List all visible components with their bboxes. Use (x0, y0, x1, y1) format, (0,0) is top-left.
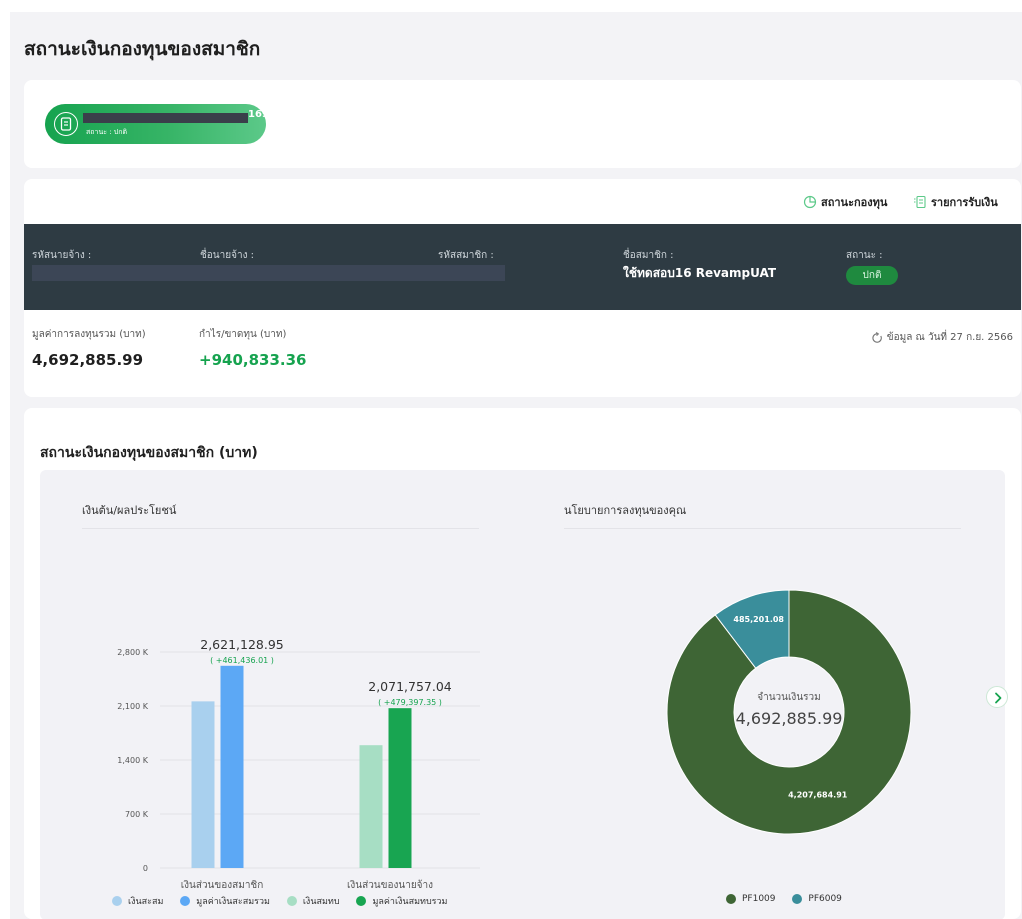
bar (359, 745, 383, 868)
bar-change-label: ( +479,397.35 ) (378, 698, 442, 707)
donut-slice-label: 4,207,684.91 (788, 790, 848, 799)
bar (220, 665, 244, 868)
legend-dot (286, 896, 297, 906)
page-background: สถานะเงินกองทุนของสมาชิก 169) สถานะ : ปก… (10, 12, 1022, 919)
section-title: สถานะเงินกองทุนของสมาชิก (บาท) (40, 445, 258, 461)
y-tick-label: 2,800 K (117, 648, 148, 657)
page-title: สถานะเงินกองทุนของสมาชิก (24, 38, 261, 60)
employer-code-label: รหัสนายจ้าง : (32, 250, 92, 261)
fund-chart-card: สถานะเงินกองทุนของสมาชิก (บาท) เงินต้น/ผ… (24, 408, 1021, 919)
legend-item[interactable]: เงินสมทบ (286, 894, 340, 908)
legend-dot (356, 896, 367, 906)
legend-item[interactable]: มูลค่าเงินสมทบรวม (356, 894, 447, 908)
y-tick-label: 0 (143, 864, 148, 873)
tab-receipts-label: รายการรับเงิน (931, 196, 998, 209)
legend-dot (180, 896, 191, 906)
legend-label: PF1009 (742, 894, 776, 904)
bar-change-label: ( +461,436.01 ) (210, 656, 274, 665)
legend-label: มูลค่าเงินสมทบรวม (372, 897, 448, 907)
member-name-label: ชื่อสมาชิก : (623, 250, 674, 261)
legend-dot (112, 896, 122, 906)
legend-item[interactable]: เงินสะสม (112, 894, 163, 908)
member-name: ใช้ทดสอบ16 RevampUAT (623, 266, 777, 280)
bar (388, 708, 412, 868)
legend-dot (792, 894, 803, 904)
legend-label: มูลค่าเงินสะสมรวม (196, 897, 270, 907)
legend-label: PF6009 (808, 894, 842, 904)
data-as-of-text: ข้อมูล ณ วันที่ 27 ก.ย. 2566 (886, 332, 1013, 343)
y-tick-label: 2,100 K (117, 702, 148, 711)
fund-code: 169) (248, 109, 274, 120)
tab-receipts[interactable]: รายการรับเงิน (913, 193, 1013, 225)
legend-dot (726, 894, 736, 904)
refresh-icon (872, 331, 882, 343)
data-as-of: ข้อมูล ณ วันที่ 27 ก.ย. 2566 (871, 330, 1013, 345)
list-icon (914, 195, 926, 209)
total-value: 4,692,885.99 (32, 351, 144, 369)
legend-item[interactable]: PF1009 (726, 894, 776, 905)
pie-chart-icon (803, 195, 817, 209)
tab-fund-status[interactable]: สถานะกองทุน (803, 193, 903, 229)
legend-label: เงินสะสม (128, 897, 164, 907)
fund-selector-pill[interactable]: 169) สถานะ : ปกติ (45, 104, 273, 144)
x-tick-label: เงินส่วนของนายจ้าง (347, 879, 433, 890)
bar-chart: 0 700 K 1,400 K 2,100 K 2,800 K 2,621,128.95 (… (117, 637, 480, 890)
y-tick-label: 700 K (125, 810, 149, 819)
status-label: สถานะ : (846, 250, 883, 261)
donut-center-value: 4,692,885.99 (736, 709, 843, 728)
fund-selector-card: 169) สถานะ : ปกติ (24, 80, 1021, 168)
donut-chart-legend: PF1009 PF6009 (726, 894, 856, 905)
member-info-card: สถานะกองทุน รายการรับเงิน รหัสนายจ้าง : … (24, 179, 1021, 397)
bar (191, 701, 215, 868)
bar-total-label: 2,621,128.95 (200, 637, 284, 652)
legend-item[interactable]: มูลค่าเงินสะสมรวม (180, 894, 270, 908)
donut-slice-label: 485,201.08 (733, 615, 784, 624)
next-chart-button[interactable] (986, 686, 1008, 708)
member-code-label: รหัสสมาชิก : (438, 250, 494, 261)
employer-name-label: ชื่อนายจ้าง : (200, 250, 255, 261)
profit-loss-label: กำไร/ขาดทุน (บาท) (199, 329, 287, 340)
fund-status: สถานะ : ปกติ (86, 128, 128, 136)
chart-panel: เงินต้น/ผลประโยชน์ นโยบายการลงทุนของคุณ … (40, 470, 1008, 919)
status-badge: ปกติ (846, 266, 898, 285)
tab-fund-status-label: สถานะกองทุน (821, 196, 888, 209)
member-details-band: รหัสนายจ้าง : ชื่อนายจ้าง : รหัสสมาชิก :… (24, 224, 1021, 310)
tab-bar: สถานะกองทุน รายการรับเงิน (803, 193, 1013, 229)
document-icon (54, 112, 78, 136)
redacted-member-details (32, 265, 505, 281)
donut-chart: 4,207,684.91 485,201.08 จำนวนเงินรวม 4,692,… (666, 589, 912, 835)
profit-loss-value: +940,833.36 (199, 351, 307, 369)
y-tick-label: 1,400 K (117, 756, 148, 765)
redacted-fund-name (83, 113, 248, 123)
chevron-right-icon (995, 692, 1002, 704)
legend-label: เงินสมทบ (302, 897, 340, 907)
donut-center-label: จำนวนเงินรวม (757, 692, 820, 703)
total-value-label: มูลค่าการลงทุนรวม (บาท) (32, 329, 146, 340)
x-tick-label: เงินส่วนของสมาชิก (181, 880, 264, 890)
bar-chart-legend: เงินสะสม มูลค่าเงินสะสมรวม เงินสมทบ มูลค… (112, 894, 461, 908)
legend-item[interactable]: PF6009 (792, 894, 842, 905)
bar-total-label: 2,071,757.04 (368, 679, 452, 694)
